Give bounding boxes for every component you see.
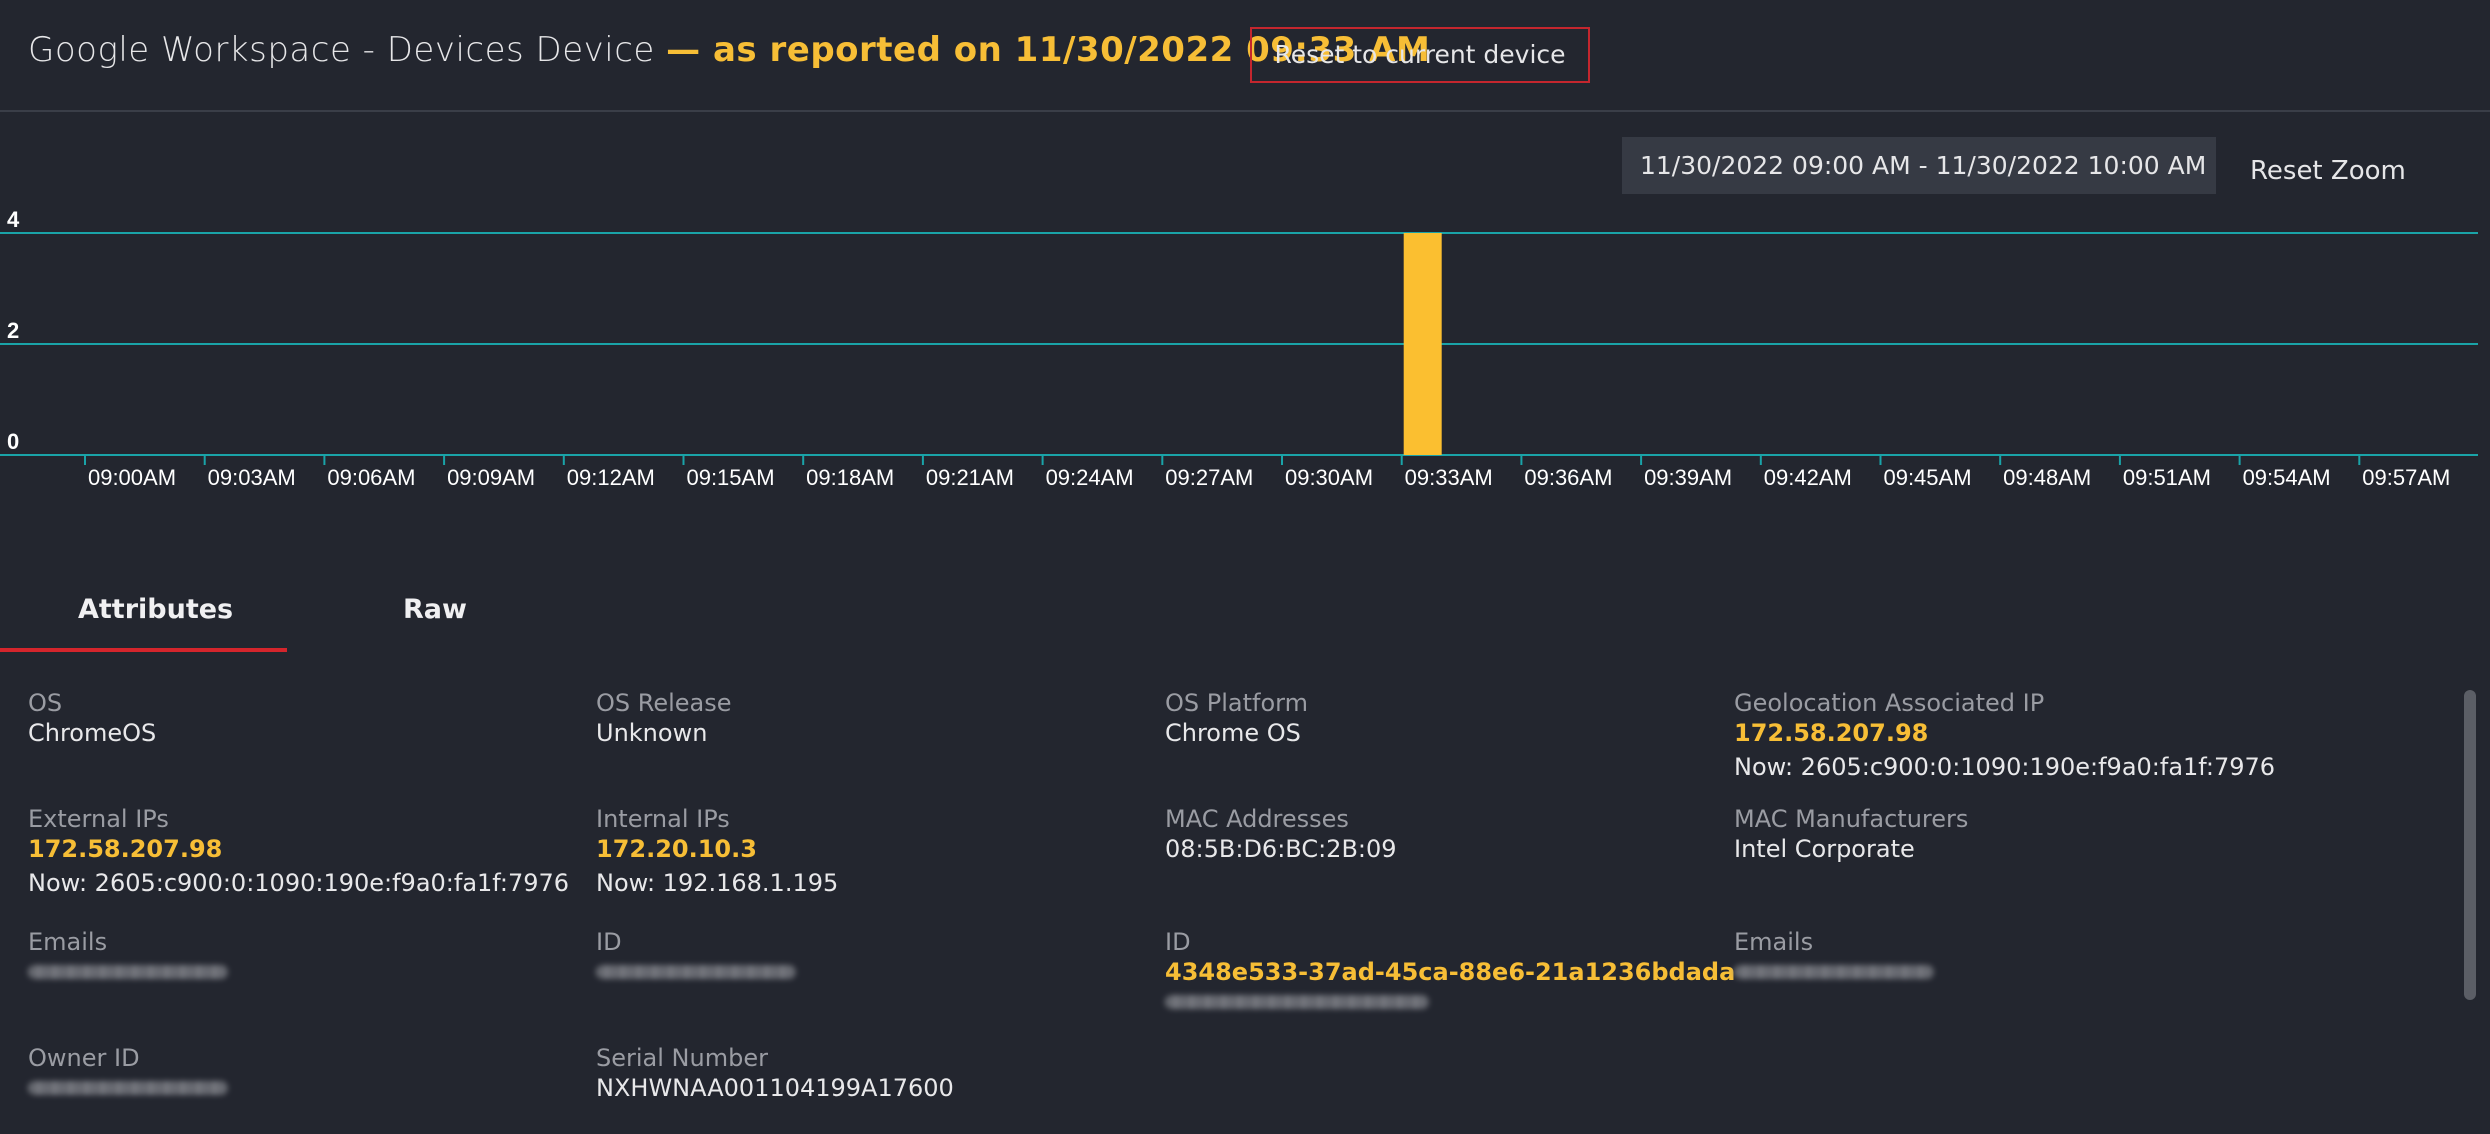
- x-tick-label: 09:12AM: [567, 465, 655, 490]
- attr-os-platform: OS Platform Chrome OS: [1165, 688, 1308, 748]
- attr-label: ID: [596, 928, 622, 956]
- x-tick-label: 09:42AM: [1764, 465, 1852, 490]
- active-tab-indicator: [0, 648, 287, 652]
- attr-now-value: Now: 2605:c900:0:1090:190e:f9a0:fa1f:797…: [28, 869, 570, 897]
- attr-label: Internal IPs: [596, 805, 730, 833]
- vertical-scrollbar[interactable]: [2464, 690, 2476, 1000]
- attr-owner-id: Owner ID: [28, 1043, 228, 1103]
- x-tick-label: 09:15AM: [686, 465, 774, 490]
- redacted-value: [28, 965, 228, 979]
- x-tick-label: 09:00AM: [88, 465, 176, 490]
- x-tick-label: 09:57AM: [2362, 465, 2450, 490]
- attr-label: Owner ID: [28, 1044, 140, 1072]
- title-prefix: Google Workspace - Devices Device: [28, 30, 667, 70]
- attr-label: Serial Number: [596, 1044, 768, 1072]
- y-tick-label: 2: [7, 318, 19, 343]
- redacted-value: [28, 1081, 228, 1095]
- chart-bar: [1403, 233, 1442, 455]
- reset-to-current-device-button[interactable]: Reset to current device: [1250, 27, 1590, 83]
- reset-zoom-button[interactable]: Reset Zoom: [2250, 156, 2406, 186]
- tab-raw[interactable]: Raw: [403, 594, 467, 625]
- chart-svg: 0 2 4 09:00AM 09:03AM 09:06AM 09:09AM 09:12AM 09…: [0, 207, 2478, 490]
- tab-bar: Attributes Raw: [0, 580, 2490, 652]
- attr-label: External IPs: [28, 805, 169, 833]
- attr-os-release: OS Release Unknown: [596, 688, 732, 748]
- attr-serial-number: Serial Number NXHWNAA001104199A17600: [596, 1043, 954, 1103]
- x-tick-label: 09:06AM: [327, 465, 415, 490]
- attr-label: Geolocation Associated IP: [1734, 689, 2045, 717]
- x-tick-label: 09:39AM: [1644, 465, 1732, 490]
- page-header: Google Workspace - Devices Device — as r…: [0, 0, 2490, 112]
- redacted-value: [1734, 965, 1934, 979]
- attr-highlight-value: 172.58.207.98: [1734, 719, 1929, 747]
- date-range-input[interactable]: 11/30/2022 09:00 AM - 11/30/2022 10:00 A…: [1622, 137, 2216, 194]
- attr-label: MAC Addresses: [1165, 805, 1349, 833]
- attr-label: ID: [1165, 928, 1191, 956]
- attr-id: ID: [596, 927, 796, 987]
- attr-mac-manufacturers: MAC Manufacturers Intel Corporate: [1734, 804, 1968, 864]
- x-tick-label: 09:51AM: [2123, 465, 2211, 490]
- attr-now-value: Now: 2605:c900:0:1090:190e:f9a0:fa1f:797…: [1734, 753, 2276, 781]
- x-tick-label: 09:09AM: [447, 465, 535, 490]
- activity-chart[interactable]: 0 2 4 09:00AM 09:03AM 09:06AM 09:09AM 09:12AM 09…: [0, 200, 2490, 500]
- x-tick-label: 09:45AM: [1883, 465, 1971, 490]
- attr-os: OS ChromeOS: [28, 688, 156, 748]
- attr-mac-addresses: MAC Addresses 08:5B:D6:BC:2B:09: [1165, 804, 1397, 864]
- attr-highlight-value: 172.20.10.3: [596, 835, 757, 863]
- attr-highlight-value: 172.58.207.98: [28, 835, 223, 863]
- attr-label: OS Platform: [1165, 689, 1308, 717]
- y-tick-label: 0: [7, 429, 19, 454]
- x-tick-label: 09:54AM: [2243, 465, 2331, 490]
- page-title: Google Workspace - Devices Device — as r…: [28, 30, 1430, 70]
- attr-label: MAC Manufacturers: [1734, 805, 1969, 833]
- attr-label: Emails: [28, 928, 108, 956]
- attr-emails: Emails: [28, 927, 228, 987]
- attr-value: Intel Corporate: [1734, 835, 1915, 863]
- x-tick-label: 09:24AM: [1046, 465, 1134, 490]
- attr-emails-2: Emails: [1734, 927, 1934, 987]
- x-tick-label: 09:36AM: [1524, 465, 1612, 490]
- attr-geolocation-ip: Geolocation Associated IP 172.58.207.98 …: [1734, 688, 2275, 782]
- x-tick-label: 09:18AM: [806, 465, 894, 490]
- attr-label: Emails: [1734, 928, 1814, 956]
- x-tick-label: 09:21AM: [926, 465, 1014, 490]
- attr-value: 08:5B:D6:BC:2B:09: [1165, 835, 1397, 863]
- attr-highlight-value: 4348e533-37ad-45ca-88e6-21a1236bdada: [1165, 958, 1736, 986]
- attr-value: ChromeOS: [28, 719, 157, 747]
- attr-id-device: ID 4348e533-37ad-45ca-88e6-21a1236bdada: [1165, 927, 1735, 1017]
- attr-label: OS Release: [596, 689, 732, 717]
- attr-internal-ips: Internal IPs 172.20.10.3 Now: 192.168.1.…: [596, 804, 838, 898]
- attr-value: NXHWNAA001104199A17600: [596, 1074, 954, 1102]
- attr-value: Unknown: [596, 719, 708, 747]
- x-tick-label: 09:33AM: [1405, 465, 1493, 490]
- tab-attributes[interactable]: Attributes: [78, 594, 233, 625]
- redacted-value: [1165, 995, 1429, 1009]
- attr-value: Chrome OS: [1165, 719, 1301, 747]
- redacted-value: [596, 965, 796, 979]
- attr-now-value: Now: 192.168.1.195: [596, 869, 839, 897]
- x-tick-label: 09:48AM: [2003, 465, 2091, 490]
- x-tick-label: 09:30AM: [1285, 465, 1373, 490]
- attr-external-ips: External IPs 172.58.207.98 Now: 2605:c90…: [28, 804, 569, 898]
- attr-label: OS: [28, 689, 63, 717]
- x-tick-label: 09:03AM: [208, 465, 296, 490]
- x-tick-label: 09:27AM: [1165, 465, 1253, 490]
- y-tick-label: 4: [7, 207, 20, 232]
